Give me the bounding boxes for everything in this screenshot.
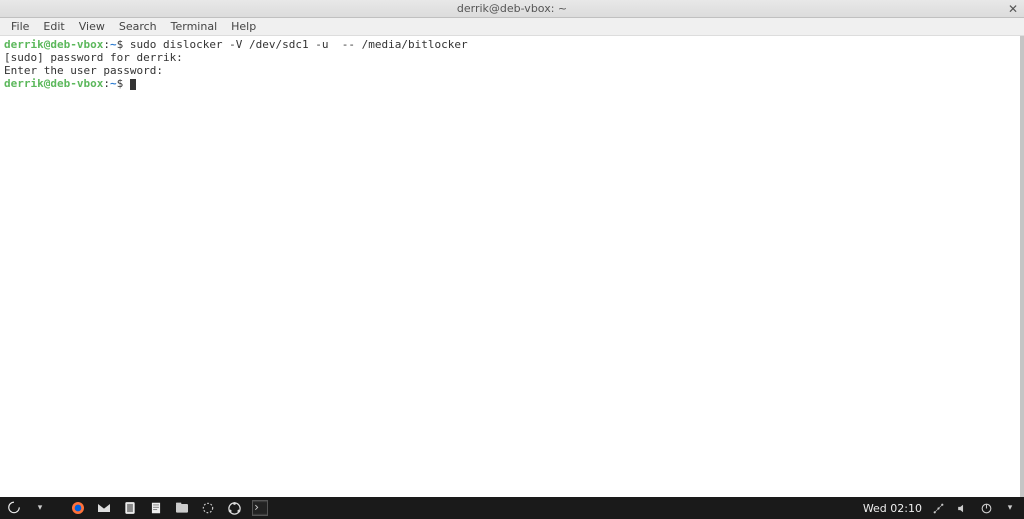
taskbar-left: ▾ <box>6 500 268 516</box>
menu-search[interactable]: Search <box>112 18 164 35</box>
prompt-dollar: $ <box>117 38 130 51</box>
window-titlebar: derrik@deb-vbox: ~ ✕ <box>0 0 1024 18</box>
cursor-icon <box>130 79 136 90</box>
volume-icon[interactable] <box>954 500 970 516</box>
scrollbar-thumb[interactable] <box>1020 36 1024 497</box>
taskbar-right: Wed 02:10 ▾ <box>863 500 1018 516</box>
terminal-command: sudo dislocker -V /dev/sdc1 -u -- /media… <box>130 38 468 51</box>
terminal-line: Enter the user password: <box>4 64 1016 77</box>
firefox-icon[interactable] <box>70 500 86 516</box>
clock[interactable]: Wed 02:10 <box>863 502 922 515</box>
scrollbar-vertical[interactable] <box>1020 36 1024 497</box>
document-icon[interactable] <box>148 500 164 516</box>
menu-help[interactable]: Help <box>224 18 263 35</box>
prompt-user: derrik@deb-vbox <box>4 77 103 90</box>
power-icon[interactable] <box>978 500 994 516</box>
terminal-line: derrik@deb-vbox:~$ <box>4 77 1016 90</box>
close-icon[interactable]: ✕ <box>1008 2 1018 16</box>
chevron-down-icon[interactable]: ▾ <box>32 500 48 516</box>
menu-view[interactable]: View <box>72 18 112 35</box>
prompt-dollar: $ <box>117 77 130 90</box>
prompt-colon: : <box>103 77 110 90</box>
menu-edit[interactable]: Edit <box>36 18 71 35</box>
prompt-colon: : <box>103 38 110 51</box>
terminal-line: [sudo] password for derrik: <box>4 51 1016 64</box>
terminal-task-icon[interactable] <box>252 500 268 516</box>
terminal-line: derrik@deb-vbox:~$ sudo dislocker -V /de… <box>4 38 1016 51</box>
start-menu-icon[interactable] <box>6 500 22 516</box>
menu-terminal[interactable]: Terminal <box>164 18 225 35</box>
network-icon[interactable] <box>930 500 946 516</box>
taskbar: ▾ Wed 02:10 <box>0 497 1024 519</box>
chevron-down-icon[interactable]: ▾ <box>1002 500 1018 516</box>
prompt-path: ~ <box>110 38 117 51</box>
dotted-circle-icon[interactable] <box>200 500 216 516</box>
files-icon[interactable] <box>174 500 190 516</box>
mail-icon[interactable] <box>96 500 112 516</box>
menu-file[interactable]: File <box>4 18 36 35</box>
window-title: derrik@deb-vbox: ~ <box>457 2 567 15</box>
prompt-user: derrik@deb-vbox <box>4 38 103 51</box>
terminal-viewport[interactable]: derrik@deb-vbox:~$ sudo dislocker -V /de… <box>0 36 1020 497</box>
prompt-path: ~ <box>110 77 117 90</box>
ubuntu-icon[interactable] <box>226 500 242 516</box>
menubar: File Edit View Search Terminal Help <box>0 18 1024 36</box>
app-icon[interactable] <box>122 500 138 516</box>
